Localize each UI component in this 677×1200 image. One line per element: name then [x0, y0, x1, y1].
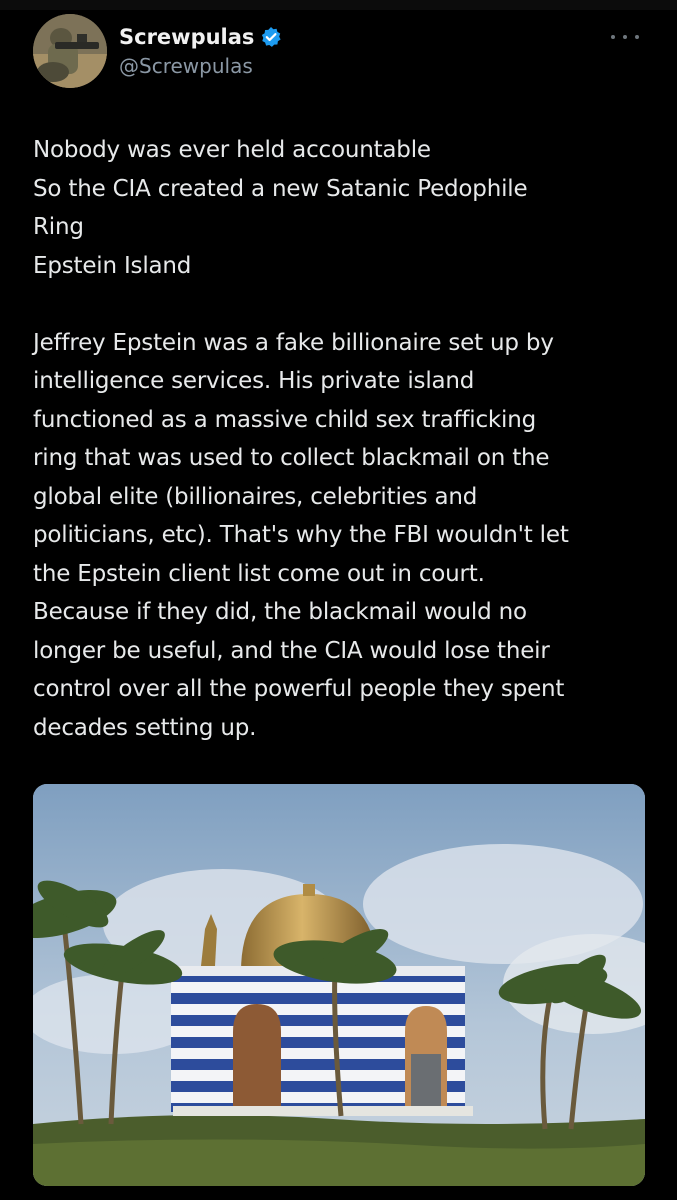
tweet-text-line: Epstein Island: [33, 252, 192, 279]
tweet-text-line: control over all the powerful people the…: [33, 676, 565, 702]
tweet-text-line: politicians, etc). That's why the FBI wo…: [33, 522, 569, 548]
tweet-text-line: Because if they did, the blackmail would…: [33, 599, 527, 625]
tweet-text-line: decades setting up.: [33, 714, 257, 741]
tweet-text-line: global elite (billionaires, celebrities …: [33, 483, 478, 510]
verified-badge-icon: [260, 26, 282, 48]
avatar[interactable]: [33, 14, 107, 88]
tweet-text-line: Jeffrey Epstein was a fake billionaire s…: [33, 329, 554, 356]
tweet-text-line: functioned as a massive child sex traffi…: [33, 406, 536, 433]
island-temple-photo: [33, 784, 645, 1186]
avatar-image: [33, 14, 107, 88]
author-names: Screwpulas @Screwpulas: [119, 22, 282, 78]
tweet-text: Nobody was ever held accountable So the …: [33, 131, 653, 747]
tweet: Screwpulas @Screwpulas Nobody was ever h…: [0, 0, 677, 1200]
dot: [635, 35, 639, 39]
tweet-text-line: Ring: [33, 214, 84, 240]
tweet-text-line: So the CIA created a new Satanic Pedophi…: [33, 175, 528, 202]
tweet-text-line: the Epstein client list come out in cour…: [33, 560, 485, 587]
more-horizontal-icon[interactable]: [611, 32, 639, 42]
tweet-header: Screwpulas @Screwpulas: [33, 14, 653, 94]
tweet-text-line: longer be useful, and the CIA would lose…: [33, 637, 550, 664]
dot: [623, 35, 627, 39]
dot: [611, 35, 615, 39]
tweet-text-line: Nobody was ever held accountable: [33, 137, 431, 163]
tweet-media-photo[interactable]: [33, 784, 645, 1186]
display-name[interactable]: Screwpulas: [119, 25, 254, 49]
tweet-text-line: ring that was used to collect blackmail …: [33, 445, 550, 471]
display-name-row: Screwpulas: [119, 22, 282, 52]
tweet-text-line: intelligence services. His private islan…: [33, 368, 475, 394]
author-handle[interactable]: @Screwpulas: [119, 54, 282, 78]
